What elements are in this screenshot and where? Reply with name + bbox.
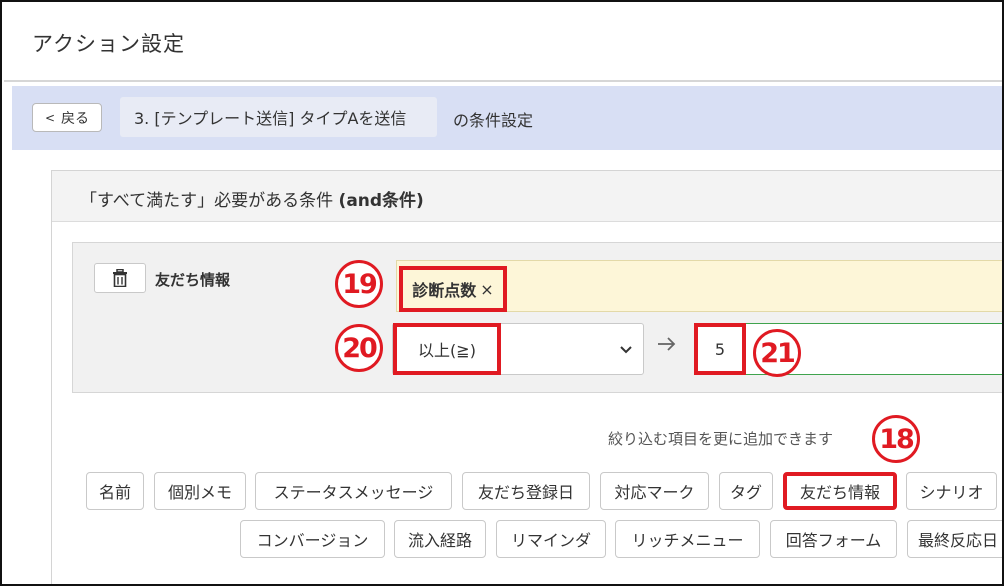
step-marker-21: 21 [753, 329, 801, 377]
panel-heading-bold: (and条件) [338, 191, 424, 211]
filter-chip-memo[interactable]: 個別メモ [154, 472, 246, 510]
step-marker-18: 18 [872, 415, 920, 463]
remove-tag-icon[interactable]: × [480, 280, 493, 299]
filter-chip-registered-date[interactable]: 友だち登録日 [462, 472, 590, 510]
filter-chip-tag[interactable]: タグ [719, 472, 773, 510]
step-marker-20: 20 [335, 324, 383, 372]
panel-header: 「すべて満たす」必要がある条件 (and条件) [52, 171, 1002, 222]
app-frame: アクション設定 < 戻る 3. [テンプレート送信] タイプAを送信 の条件設定… [0, 0, 1004, 586]
add-filter-hint: 絞り込む項目を更に追加できます [608, 430, 834, 448]
breadcrumb-suffix: の条件設定 [453, 111, 534, 130]
filter-chip-name[interactable]: 名前 [86, 472, 144, 510]
condition-value-text: 5 [694, 323, 746, 375]
back-button-label: 戻る [61, 110, 90, 127]
title-bar: アクション設定 [4, 4, 1002, 82]
panel-heading: 「すべて満たす」必要がある条件 (and条件) [80, 186, 424, 211]
filter-chip-scenario[interactable]: シナリオ [906, 472, 997, 510]
page-title: アクション設定 [32, 32, 185, 56]
step-marker-19: 19 [335, 260, 383, 308]
field-tag-label: 診断点数 [412, 281, 477, 300]
delete-condition-button[interactable] [94, 263, 146, 293]
filter-chip-friend-info[interactable]: 友だち情報 [783, 472, 897, 510]
filter-chip-conversion[interactable]: コンバージョン [240, 520, 385, 558]
filter-chip-rich-menu[interactable]: リッチメニュー [615, 520, 760, 558]
trash-icon [113, 269, 127, 287]
breadcrumb-step: 3. [テンプレート送信] タイプAを送信 [120, 97, 437, 137]
back-button[interactable]: < 戻る [32, 103, 102, 132]
condition-header: < 戻る 3. [テンプレート送信] タイプAを送信 の条件設定 [12, 86, 1002, 150]
filter-chip-reminder[interactable]: リマインダ [496, 520, 606, 558]
filter-chip-response-mark[interactable]: 対応マーク [600, 472, 709, 510]
panel-heading-prefix: 「すべて満たす」必要がある条件 [80, 191, 339, 211]
condition-category-label: 友だち情報 [155, 271, 231, 289]
arrow-right-icon [657, 333, 677, 357]
filter-chip-answer-form[interactable]: 回答フォーム [770, 520, 897, 558]
condition-row: 友だち情報 診断点数 × 以上(≧) 5 [72, 242, 1002, 393]
chevron-down-icon [620, 346, 632, 354]
chevron-left-icon: < [44, 110, 56, 125]
filter-chip-last-reaction[interactable]: 最終反応日 [907, 520, 1002, 558]
filter-chip-status-message[interactable]: ステータスメッセージ [255, 472, 452, 510]
filter-chip-inflow-route[interactable]: 流入経路 [394, 520, 486, 558]
field-tag-chip[interactable]: 診断点数 × [399, 266, 507, 312]
operator-selected-value: 以上(≧) [393, 323, 501, 375]
